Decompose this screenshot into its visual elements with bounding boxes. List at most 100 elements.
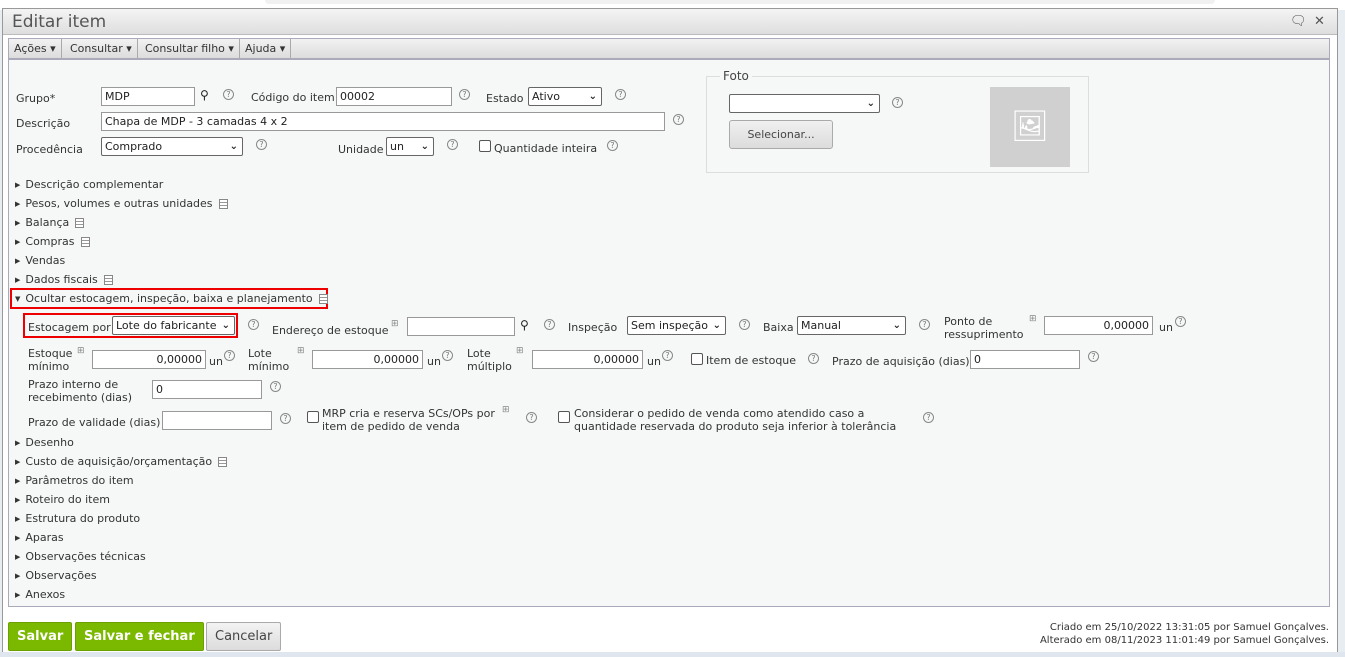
section-toggle[interactable]: ▶ Dados fiscais [15,273,113,287]
endereco-input[interactable] [407,317,515,336]
procedencia-select[interactable]: Comprado ⌄ [101,137,243,156]
section-label: Balança [25,216,70,229]
help-icon[interactable]: ? [256,139,267,150]
help-icon[interactable]: ? [224,350,235,361]
select-value: Lote do fabricante [116,319,217,332]
grupo-input[interactable]: MDP [101,87,195,106]
section-toggle[interactable]: ▶ Parâmetros do item [15,474,134,488]
section-toggle[interactable]: ▶ Vendas [15,254,65,268]
selecionar-button[interactable]: Selecionar... [729,120,833,149]
menu-ajuda[interactable]: Ajuda ▾ [240,39,292,58]
triangle-right-icon: ▶ [15,257,21,265]
prazo-interno-input[interactable]: 0 [152,380,262,399]
quantidade-inteira-label: Quantidade inteira [494,142,598,155]
estocagem-select[interactable]: Lote do fabricante ⌄ [112,316,235,335]
triangle-right-icon: ▶ [15,238,21,246]
section-toggle[interactable]: ▶ Anexos [15,588,65,602]
endereco-label: Endereço de estoque [272,324,389,337]
help-icon[interactable]: ? [1175,316,1186,327]
label-line: múltiplo [467,360,512,373]
section-toggle[interactable]: ▶ Balança [15,216,85,230]
help-icon[interactable]: ? [544,319,555,330]
considerar-checkbox[interactable] [558,411,570,423]
help-icon[interactable]: ? [526,412,537,423]
codigo-input[interactable]: 00002 [336,87,452,106]
help-icon[interactable]: ? [1088,351,1099,362]
section-toggle[interactable]: ▶ Descrição complementar [15,178,163,192]
section-toggle[interactable]: ▶ Pesos, volumes e outras unidades [15,197,228,211]
unidade-select[interactable]: un ⌄ [386,137,434,156]
cancelar-button[interactable]: Cancelar [206,622,282,651]
bottom-strip [0,652,1345,657]
grupo-label: Grupo* [16,92,56,105]
unit-label: un [427,355,441,368]
section-toggle[interactable]: ▶ Roteiro do item [15,493,110,507]
lote-minimo-label: Lote mínimo [248,347,289,373]
help-icon[interactable]: ? [923,412,934,423]
salvar-button[interactable]: Salvar [8,622,73,651]
estado-select[interactable]: Ativo ⌄ [528,87,602,106]
triangle-right-icon: ▶ [15,458,21,466]
comment-icon[interactable]: 🗨 [1290,14,1307,29]
menu-consultar[interactable]: Consultar ▾ [65,39,138,58]
help-icon[interactable]: ? [892,97,903,108]
prazo-aquisicao-input[interactable]: 0 [970,350,1080,369]
section-toggle-estocagem[interactable]: ▼ Ocultar estocagem, inspeção, baixa e pl… [15,292,328,306]
descricao-input[interactable]: Chapa de MDP - 3 camadas 4 x 2 [101,112,665,131]
grid-icon: ⊞ [516,346,524,356]
baixa-select[interactable]: Manual ⌄ [797,316,906,335]
menu-consultar-filho[interactable]: Consultar filho ▾ [140,39,240,58]
chevron-down-icon: ⌄ [866,98,875,109]
inspecao-select[interactable]: Sem inspeção ⌄ [627,316,726,335]
select-value: Comprado [105,140,163,153]
label-line: mínimo [248,360,290,373]
section-toggle[interactable]: ▶ Aparas [15,531,64,545]
lote-multiplo-input[interactable]: 0,00000 [532,350,643,369]
section-toggle[interactable]: ▶ Observações [15,569,97,583]
help-icon[interactable]: ? [280,413,291,424]
help-icon[interactable]: ? [607,140,618,151]
lote-minimo-input[interactable]: 0,00000 [312,350,423,369]
section-toggle[interactable]: ▶ Desenho [15,436,74,450]
help-icon[interactable]: ? [248,319,259,330]
help-icon[interactable]: ? [662,350,673,361]
help-icon[interactable]: ? [223,89,234,100]
unit-label: un [647,355,661,368]
help-icon[interactable]: ? [447,139,458,150]
prazo-validade-input[interactable] [162,411,272,430]
item-estoque-checkbox[interactable] [691,353,703,365]
section-toggle[interactable]: ▶ Custo de aquisição/orçamentação [15,455,228,469]
help-icon[interactable]: ? [442,350,453,361]
help-icon[interactable]: ? [270,381,281,392]
section-toggle[interactable]: ▶ Estrutura do produto [15,512,140,526]
help-icon[interactable]: ? [673,114,684,125]
triangle-right-icon: ▶ [15,515,21,523]
help-icon[interactable]: ? [739,319,750,330]
menu-acoes[interactable]: Ações ▾ [9,39,62,58]
grid-icon: ⊞ [391,319,399,329]
help-icon[interactable]: ? [615,89,626,100]
section-toggle[interactable]: ▶ Observações técnicas [15,550,146,564]
ponto-input[interactable]: 0,00000 [1044,316,1153,335]
search-icon[interactable]: ⚲ [520,318,529,332]
section-toggle[interactable]: ▶ Compras [15,235,90,249]
lote-multiplo-label: Lote múltiplo [467,347,512,373]
section-label: Aparas [25,531,64,544]
section-label: Observações técnicas [25,550,146,563]
help-icon[interactable]: ? [808,353,819,364]
quantidade-inteira-checkbox[interactable] [479,140,491,152]
help-icon[interactable]: ? [919,319,930,330]
unidade-label: Unidade [338,143,384,156]
prazo-validade-label: Prazo de validade (dias) [28,416,161,429]
search-icon[interactable]: ⚲ [200,88,209,102]
foto-legend: Foto [720,69,752,83]
image-placeholder-icon: 🖼 [990,87,1070,167]
mrp-checkbox[interactable] [307,411,319,423]
triangle-down-icon: ▼ [15,295,21,303]
estoque-minimo-input[interactable]: 0,00000 [92,350,206,369]
close-icon[interactable]: ✕ [1314,14,1325,29]
salvar-fechar-button[interactable]: Salvar e fechar [75,622,204,651]
help-icon[interactable]: ? [459,89,470,100]
section-label: Estrutura do produto [25,512,141,525]
foto-select[interactable]: ⌄ [729,94,880,113]
